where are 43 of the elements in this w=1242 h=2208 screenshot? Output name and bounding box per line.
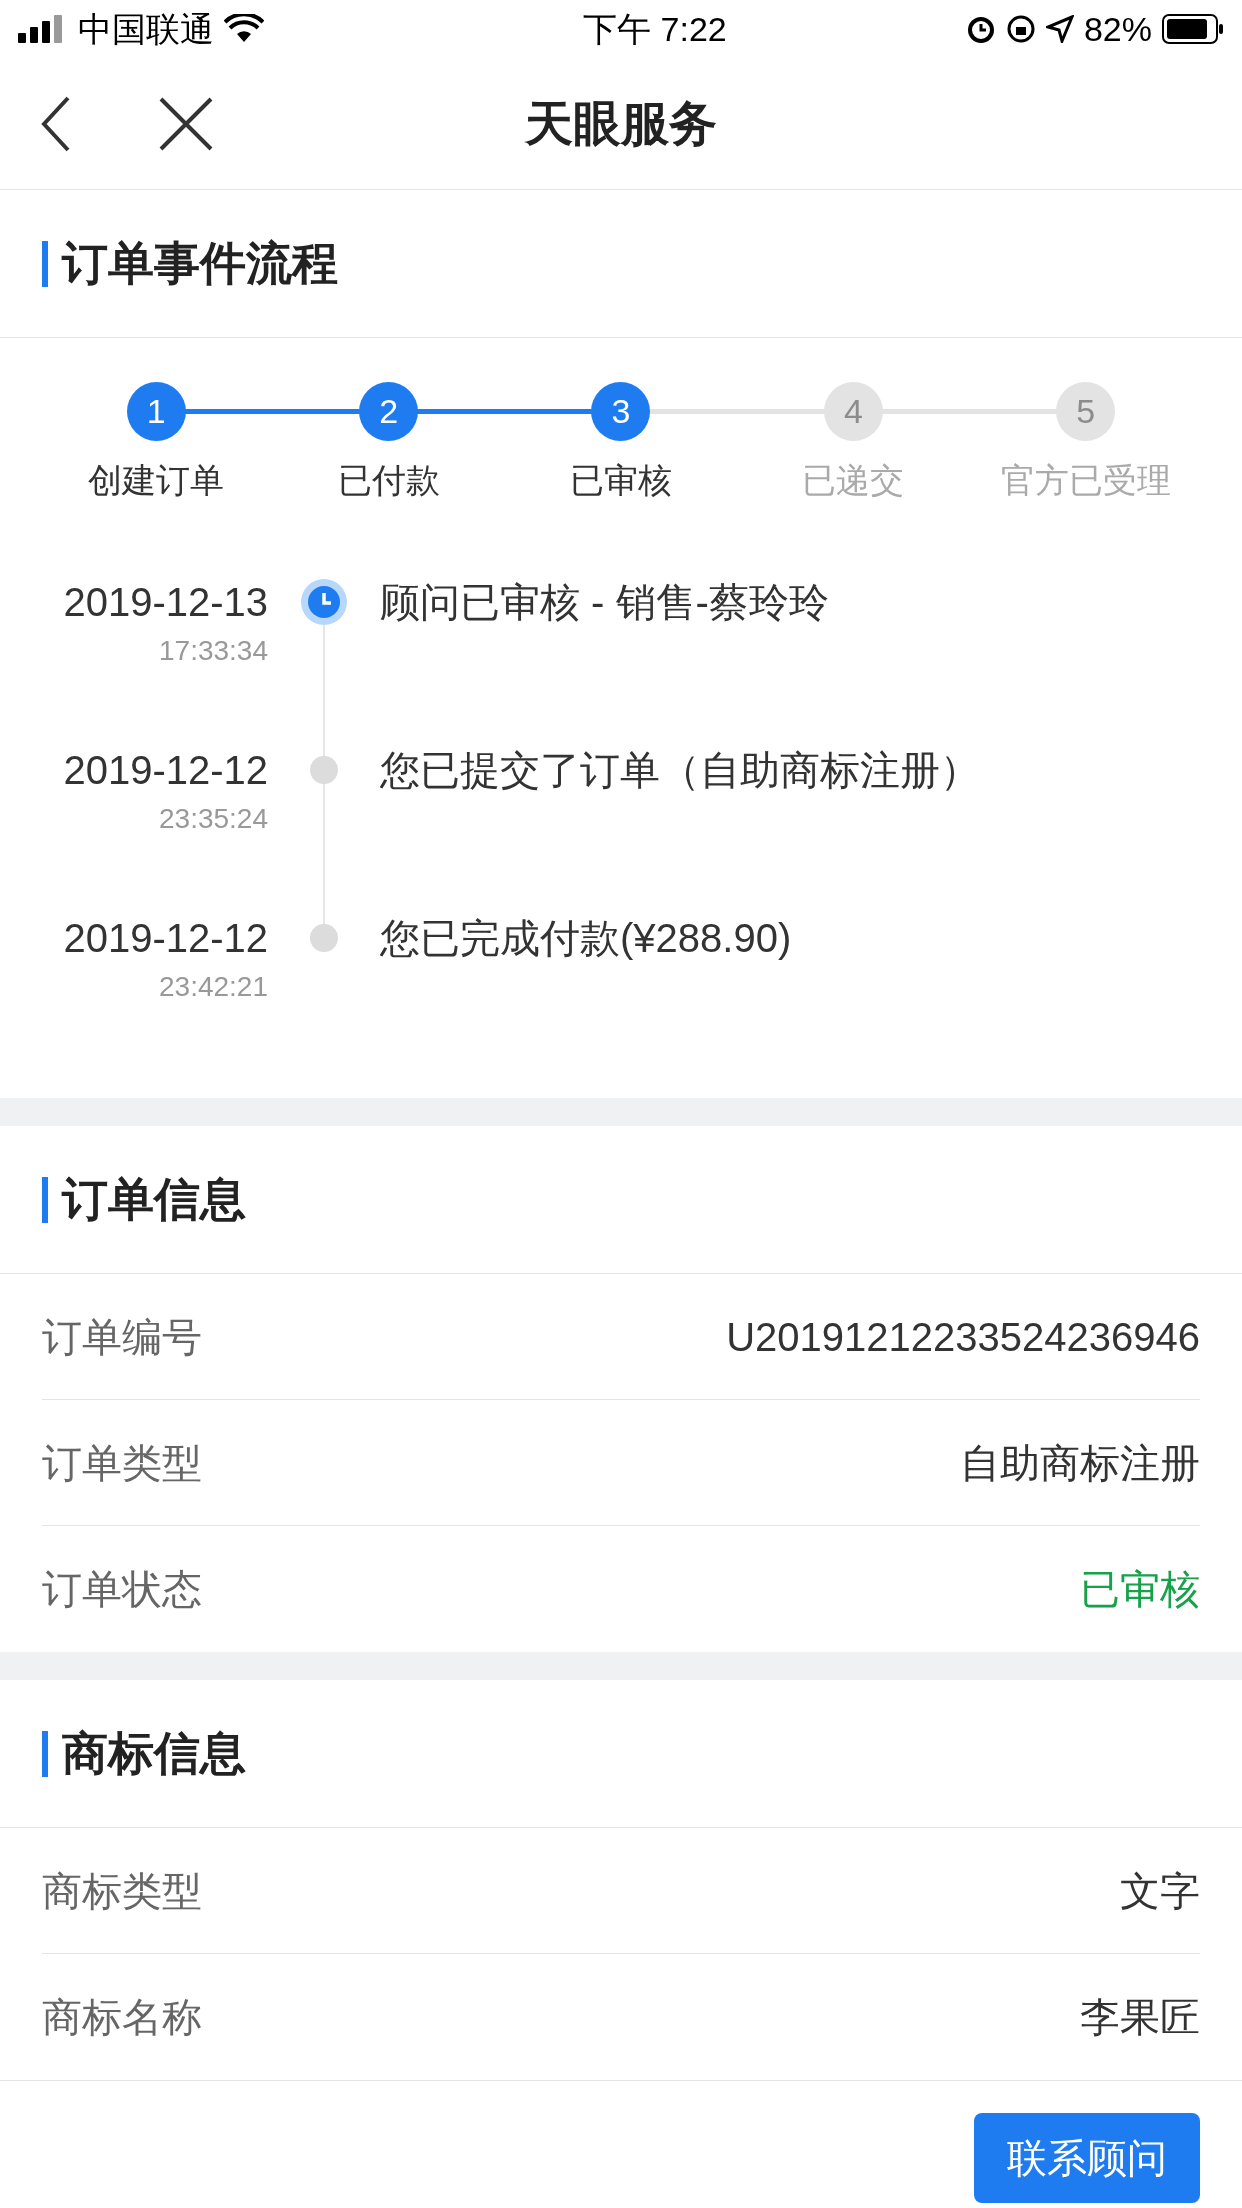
field-value: 已审核 [1080, 1566, 1200, 1613]
event-text: 顾问已审核 - 销售-蔡玲玲 [380, 579, 829, 626]
field-value: 文字 [1120, 1867, 1200, 1915]
field-label: 商标名称 [42, 1994, 202, 2041]
event-text: 您已提交了订单（自助商标注册） [380, 747, 980, 794]
field-value: 自助商标注册 [960, 1439, 1200, 1487]
step-label: 创建订单 [88, 460, 225, 501]
section-accent [42, 1730, 48, 1777]
contact-advisor-button[interactable]: 联系顾问 [974, 2113, 1200, 2203]
event-date: 2019-12-12 [63, 747, 268, 794]
field-label: 订单类型 [42, 1439, 202, 1487]
section-accent [42, 240, 48, 287]
event-text: 您已完成付款(¥288.90) [380, 915, 792, 962]
field-value: 李果匠 [1080, 1994, 1200, 2041]
field-value: U20191212233524236946 [726, 1313, 1200, 1361]
alarm-icon [965, 14, 996, 44]
battery-percent: 82% [1083, 8, 1152, 50]
event-time: 23:42:21 [159, 970, 268, 1004]
rotation-lock-icon [1005, 14, 1036, 44]
section-accent [42, 1176, 48, 1223]
step-label: 官方已受理 [1000, 460, 1171, 501]
section-title: 商标信息 [62, 1726, 246, 1781]
field-label: 订单编号 [42, 1313, 202, 1361]
location-icon [1045, 15, 1074, 43]
field-label: 商标类型 [42, 1867, 202, 1915]
close-button[interactable] [158, 95, 214, 152]
close-icon [159, 96, 213, 151]
step-label: 已审核 [570, 460, 672, 501]
status-time: 下午 7:22 [583, 8, 727, 50]
step-label: 已付款 [337, 460, 440, 501]
event-date: 2019-12-13 [63, 579, 268, 626]
step-label: 已递交 [802, 460, 905, 501]
section-title: 订单事件流程 [62, 236, 338, 291]
field-label: 订单状态 [42, 1566, 202, 1613]
back-icon [41, 95, 71, 152]
page-title: 天眼服务 [525, 95, 717, 152]
event-time: 23:35:24 [159, 802, 268, 836]
event-date: 2019-12-12 [63, 915, 268, 962]
carrier-name: 中国联通 [78, 8, 214, 50]
wifi-icon [224, 14, 264, 44]
battery-icon [1162, 14, 1224, 44]
event-time: 17:33:34 [159, 634, 268, 668]
section-title: 订单信息 [62, 1172, 246, 1227]
